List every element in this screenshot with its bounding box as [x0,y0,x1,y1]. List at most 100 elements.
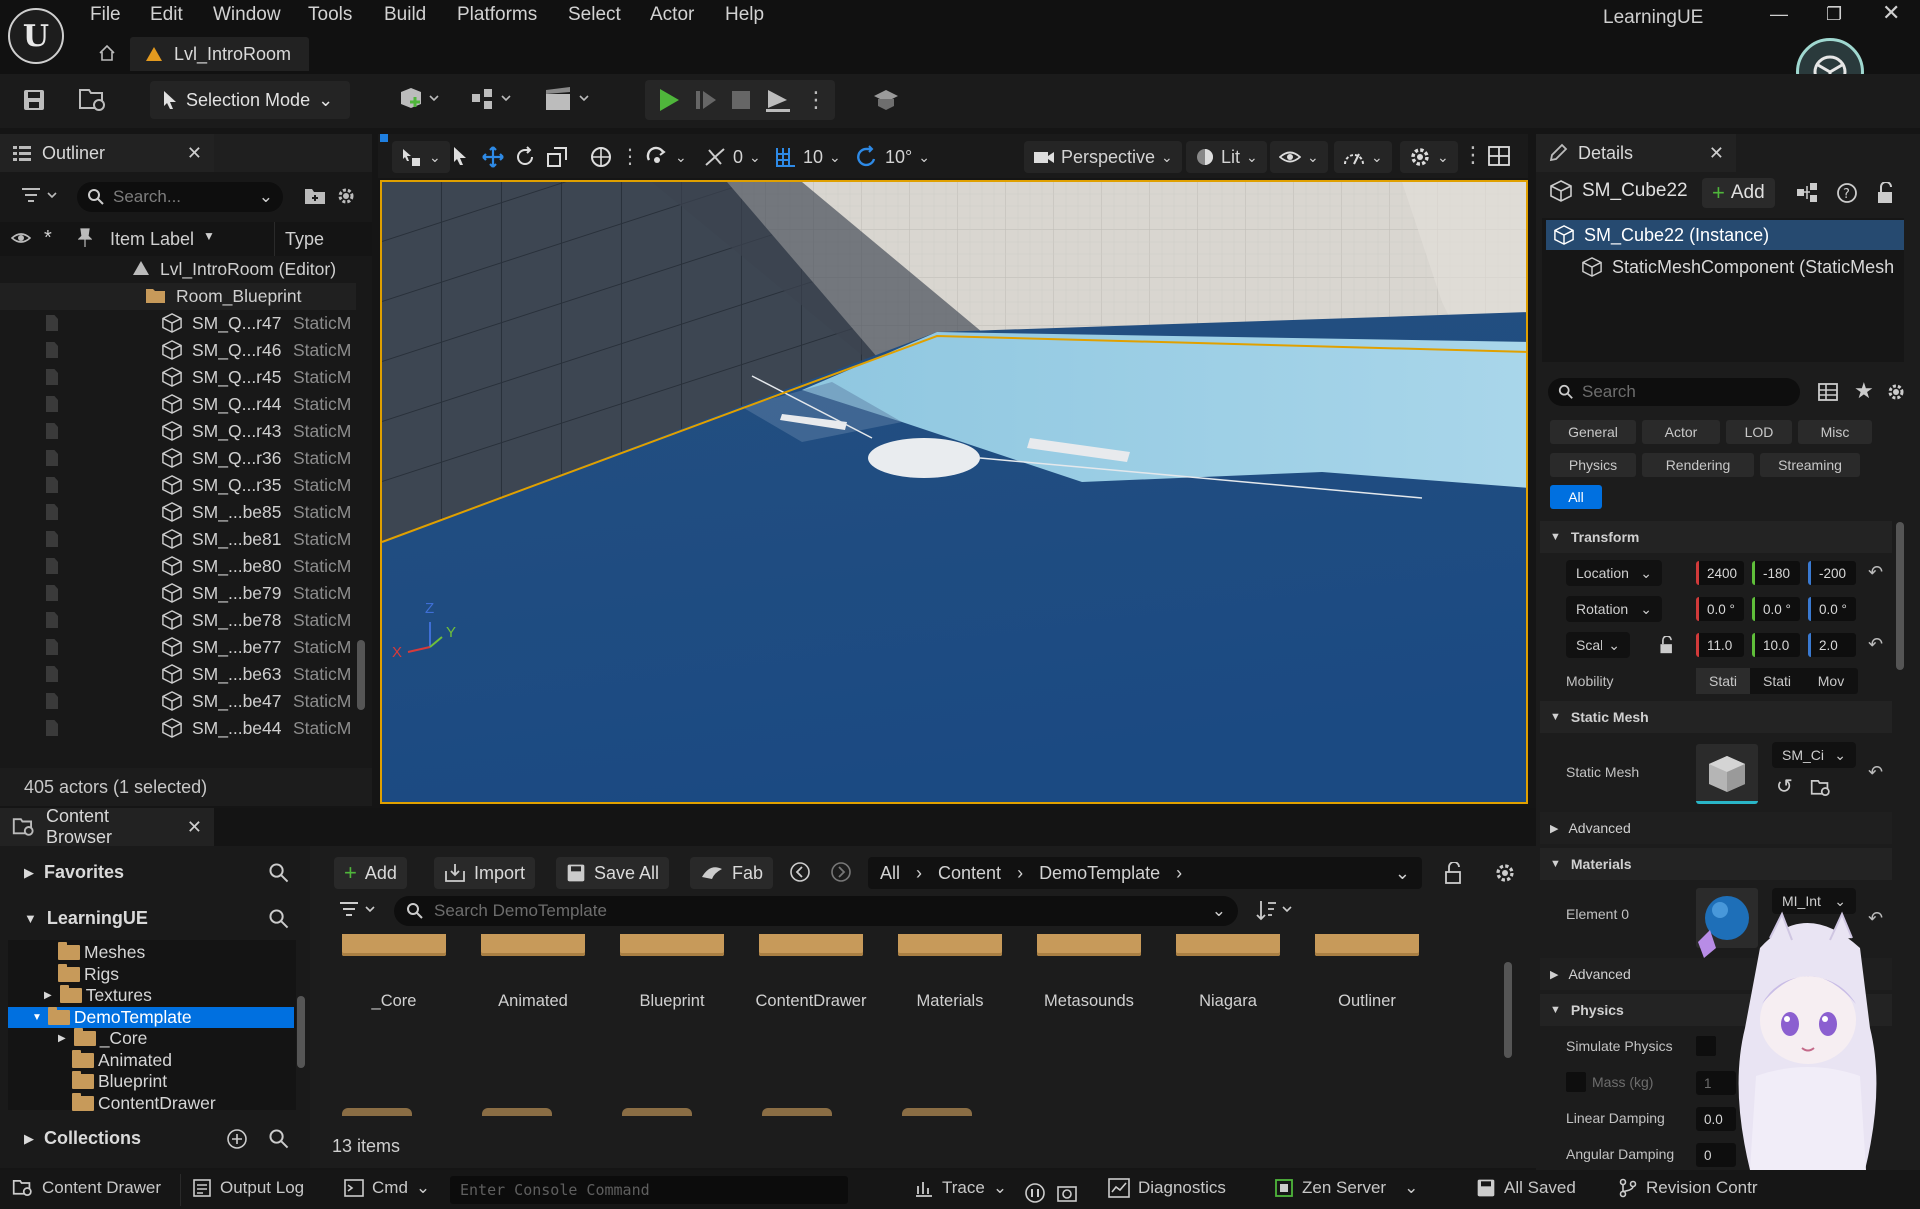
outliner-row[interactable]: SM_Q...r47 StaticM [0,310,356,337]
favorite-star-icon[interactable]: ★ [1854,378,1874,404]
menu-select[interactable]: Select [568,4,621,26]
chevron-down-icon[interactable]: ⌄ [1395,863,1410,884]
favorites-search-icon[interactable] [268,862,290,884]
menu-platforms[interactable]: Platforms [457,4,537,26]
details-scrollbar[interactable] [1896,522,1904,670]
folder-tree-scrollbar[interactable] [297,996,305,1068]
revision-control-button[interactable]: Revision Contr [1618,1178,1920,1198]
menu-help[interactable]: Help [725,4,764,26]
reset-static-mesh-icon[interactable]: ↶ [1868,762,1883,783]
outliner-root-row[interactable]: Lvl_IntroRoom (Editor) [0,256,356,283]
outliner-tab[interactable]: Outliner ✕ [0,134,214,172]
scale-lock-icon[interactable] [1658,636,1676,654]
asset-folder-tile[interactable]: ContentDrawer [756,934,866,1024]
favorites-header[interactable]: ▶ Favorites [24,862,124,883]
asset-folder-tile[interactable]: Blueprint [620,934,724,1024]
folder-tree-item[interactable]: Rigs [58,963,119,985]
browse-asset-icon[interactable] [1810,778,1832,798]
visibility-toggle-icon[interactable] [46,639,58,655]
actor-name-field[interactable]: SM_Cube22 [1582,180,1688,202]
history-forward-icon[interactable] [830,861,852,883]
visibility-toggle-icon[interactable] [46,504,58,520]
viewport-options-icon[interactable]: ⋮ [1462,142,1484,168]
blueprint-convert-icon[interactable] [1796,182,1822,204]
asset-folder-tile[interactable]: Materials [898,934,1002,1024]
component-instance-row[interactable]: SM_Cube22 (Instance) [1546,220,1904,250]
visibility-toggle-icon[interactable] [46,396,58,412]
item-label-column[interactable]: Item Label [110,229,194,250]
diagnostics-button[interactable]: Diagnostics [1108,1178,1226,1198]
close-window-icon[interactable]: ✕ [1882,0,1900,26]
cb-filter-icon[interactable] [338,900,378,920]
visibility-toggle-icon[interactable] [46,720,58,736]
outliner-row[interactable]: SM_...be79 StaticM [0,580,356,607]
folder-tree-item[interactable]: Animated [72,1049,172,1071]
static-mesh-section-header[interactable]: ▼ Static Mesh [1540,701,1892,733]
menu-window[interactable]: Window [213,4,281,26]
save-icon[interactable] [22,88,46,112]
menu-file[interactable]: File [90,4,121,26]
reset-scale-icon[interactable]: ↶ [1868,634,1883,655]
record-icon[interactable] [1024,1182,1046,1204]
mobility-static[interactable]: Stati [1696,668,1750,694]
outliner-row[interactable]: SM_...be44 StaticM [0,715,356,742]
pin-icon[interactable] [78,228,92,248]
cb-search-input[interactable]: Search DemoTemplate ⌄ [394,896,1238,926]
filter-misc[interactable]: Misc [1798,420,1872,444]
folder-tree-item[interactable]: ▶ _Core [58,1028,147,1049]
visibility-toggle-icon[interactable] [46,666,58,682]
all-saved-button[interactable]: All Saved [1476,1178,1576,1198]
surface-snap-dropdown[interactable]: ⌄ [636,141,696,173]
location-y-field[interactable]: -180 [1752,561,1800,585]
content-drawer-button[interactable]: Content Drawer [12,1178,161,1198]
step-icon[interactable] [695,88,717,112]
advanced-section-header[interactable]: ▶ Advanced [1540,812,1892,844]
cb-add-button[interactable]: + Add [334,857,407,889]
settings-icon[interactable] [336,186,356,206]
details-tab[interactable]: Details ✕ [1536,134,1736,172]
zen-server-dropdown[interactable]: Zen Server ⌄ [1274,1178,1418,1198]
platforms-icon[interactable] [872,88,900,112]
rotation-y-field[interactable]: 0.0 ° [1752,597,1800,621]
asset-grid-scrollbar[interactable] [1504,962,1512,1058]
visibility-toggle-icon[interactable] [46,315,58,331]
visibility-toggle-icon[interactable] [46,477,58,493]
console-input[interactable]: Enter Console Command [450,1176,848,1204]
help-icon[interactable]: ? [1836,182,1858,204]
location-z-field[interactable]: -200 [1808,561,1856,585]
breadcrumb-demotemplate[interactable]: DemoTemplate [1039,863,1160,884]
rotate-tool-icon[interactable] [514,146,536,168]
star-icon[interactable]: * [44,227,52,250]
outliner-search-input[interactable]: Search... ⌄ [77,182,283,212]
rotation-snap-dropdown[interactable]: 0 ⌄ [694,141,770,173]
visibility-toggle-icon[interactable] [46,585,58,601]
stop-icon[interactable] [731,90,751,110]
mobility-stationary[interactable]: Stati [1750,673,1804,689]
folder-tree-item[interactable]: ▶ Textures [44,985,152,1006]
scale-y-field[interactable]: 10.0 [1752,633,1800,657]
outliner-row[interactable]: SM_...be80 StaticM [0,553,356,580]
materials-section-header[interactable]: ▼ Materials [1540,848,1892,880]
asset-folder-tile[interactable]: Metasounds [1037,934,1141,1024]
blueprint-icon[interactable] [470,86,514,114]
filter-icon[interactable] [20,186,60,206]
close-icon[interactable]: ✕ [187,817,202,838]
static-mesh-thumbnail[interactable] [1696,744,1758,804]
add-actor-icon[interactable] [398,86,442,114]
cb-settings-icon[interactable] [1494,862,1516,884]
outliner-row[interactable]: SM_...be63 StaticM [0,661,356,688]
collections-header[interactable]: ▶ Collections [24,1128,141,1149]
details-search-input[interactable]: Search [1548,378,1800,406]
move-tool-icon[interactable] [482,146,504,168]
screenshot-icon[interactable] [1056,1182,1078,1204]
filter-lod[interactable]: LOD [1726,420,1792,444]
outliner-row[interactable]: SM_...be77 StaticM [0,634,356,661]
show-flags-dropdown[interactable]: ⌄ [1270,141,1328,173]
content-browser-tab[interactable]: Content Browser ✕ [0,806,214,847]
use-selected-icon[interactable]: ↺ [1776,774,1793,799]
lock-icon[interactable] [1876,182,1896,204]
close-icon[interactable]: ✕ [187,143,202,164]
add-component-button[interactable]: + Add [1702,178,1775,208]
mobility-movable[interactable]: Mov [1804,673,1858,689]
perspective-dropdown[interactable]: Perspective ⌄ [1024,141,1182,173]
